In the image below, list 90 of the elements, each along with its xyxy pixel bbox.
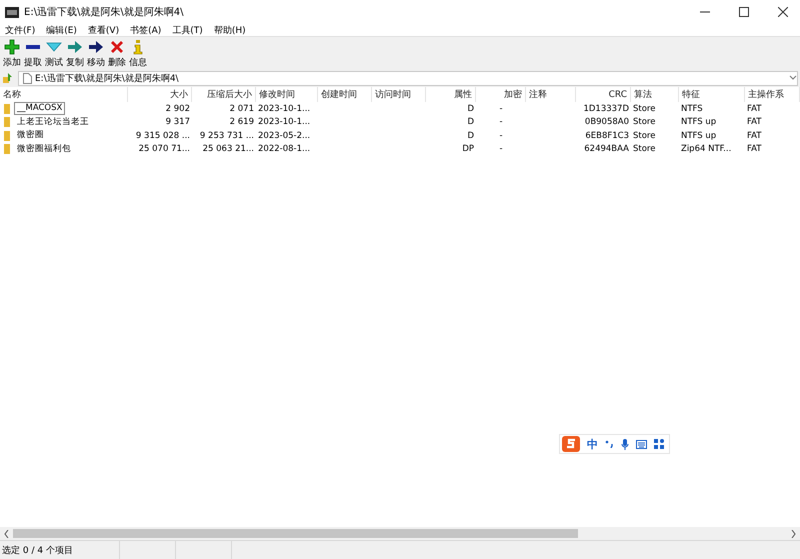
menu-item[interactable]: 查看(V) [88,24,120,36]
table-cell: 0B9058A0 [584,117,629,128]
column-header[interactable]: 创建时间 [318,87,372,102]
microphone-icon[interactable] [621,438,629,450]
column-header[interactable]: 访问时间 [372,87,426,102]
table-cell: 2023-05-2... [258,130,310,141]
toolbar-button[interactable]: 测试 [44,39,64,69]
column-header[interactable]: 大小 [128,87,192,102]
column-header[interactable]: 属性 [426,87,476,102]
menu-item[interactable]: 帮助(H) [214,24,246,36]
close-icon [778,7,788,17]
toolbar-button[interactable]: 删除 [107,39,127,69]
folder-icon [4,117,10,128]
file-name[interactable]: 微密圈福利包 [14,142,74,156]
table-cell: 2022-08-1... [258,144,310,154]
table-cell: 25 070 71... [138,144,190,154]
table-cell: 6EB8F1C3 [585,130,629,141]
table-cell: 1D13337D [583,104,629,114]
table-cell: FAT [747,117,762,128]
plus-icon [4,39,20,55]
arrow-right-icon [88,39,104,55]
arrow-right-icon [67,39,83,55]
folder-icon [4,144,10,154]
document-icon [23,72,32,84]
toolbar-button[interactable]: 移动 [86,39,106,69]
folder-up-icon[interactable] [2,72,14,84]
column-header[interactable]: 压缩后大小 [192,87,256,102]
ime-mode[interactable]: 中 [587,436,598,452]
toolbar-button[interactable]: 添加 [2,39,22,69]
table-cell: - [499,144,503,154]
table-cell: 2 071 [230,104,254,114]
scrollbar-thumb[interactable] [13,529,578,538]
toolbar-button[interactable]: 复制 [65,39,85,69]
menu-item[interactable]: 编辑(E) [46,24,77,36]
file-name[interactable]: __MACOSX [14,102,66,116]
table-cell: FAT [747,130,762,141]
table-cell: 9 317 [166,117,190,128]
table-cell: D [467,130,474,141]
table-cell: Store [633,144,656,154]
dropdown-icon[interactable] [789,75,797,81]
table-cell: - [499,117,503,128]
table-cell: - [499,104,503,114]
table-cell: 2 619 [230,117,254,128]
table-cell: FAT [747,144,762,154]
table-cell: DP [462,144,474,154]
table-cell: FAT [747,104,762,114]
menu-item[interactable]: 书签(A) [130,24,162,36]
ime-logo-icon[interactable] [562,436,580,452]
table-cell: 2023-10-1... [258,117,310,128]
address-bar[interactable]: E:\迅雷下载\就是阿朱\就是阿朱啊4\ [18,70,798,86]
table-cell: D [467,104,474,114]
column-header[interactable]: 算法 [631,87,679,102]
cross-icon [109,39,125,55]
table-cell: Store [633,130,656,141]
table-cell: D [467,117,474,128]
app-icon [5,6,19,18]
menu-item[interactable]: 工具(T) [172,24,203,36]
table-cell: Zip64 NTF... [681,144,732,154]
folder-icon [4,104,10,114]
table-cell: 25 063 21... [202,144,254,154]
table-cell: NTFS [681,104,703,114]
table-cell: Store [633,104,656,114]
toolbar-button[interactable]: 信息 [128,39,148,69]
status-text: 选定 0 / 4 个项目 [0,541,120,559]
table-cell: 2023-10-1... [258,104,310,114]
folder-icon [4,130,10,141]
column-header[interactable]: 特征 [679,87,745,102]
table-cell: Store [633,117,656,128]
column-header[interactable]: 主操作系 [745,87,800,102]
maximize-icon [739,7,749,17]
table-cell: NTFS up [681,130,716,141]
column-header[interactable]: 名称 [0,87,128,102]
table-cell: 62494BAA [584,144,629,154]
table-cell: 9 315 028 ... [136,130,190,141]
punctuation-icon[interactable] [605,440,614,448]
column-header[interactable]: CRC [576,87,631,102]
window-title: E:\迅雷下载\就是阿朱\就是阿朱啊4\ [24,6,185,19]
table-cell: - [499,130,503,141]
table-cell: 9 253 731 ... [200,130,254,141]
column-header[interactable]: 修改时间 [256,87,318,102]
menu-item[interactable]: 文件(F) [5,24,36,36]
keyboard-icon[interactable] [636,440,647,448]
grid-icon[interactable] [654,439,664,449]
toolbar-button[interactable]: 提取 [23,39,43,69]
column-header[interactable]: 注释 [526,87,576,102]
file-name[interactable]: 微密圈 [14,129,47,142]
table-cell: NTFS up [681,117,716,128]
file-name[interactable]: 上老王论坛当老王 [14,116,92,129]
column-header[interactable]: 加密 [476,87,526,102]
table-cell: 2 902 [166,104,190,114]
